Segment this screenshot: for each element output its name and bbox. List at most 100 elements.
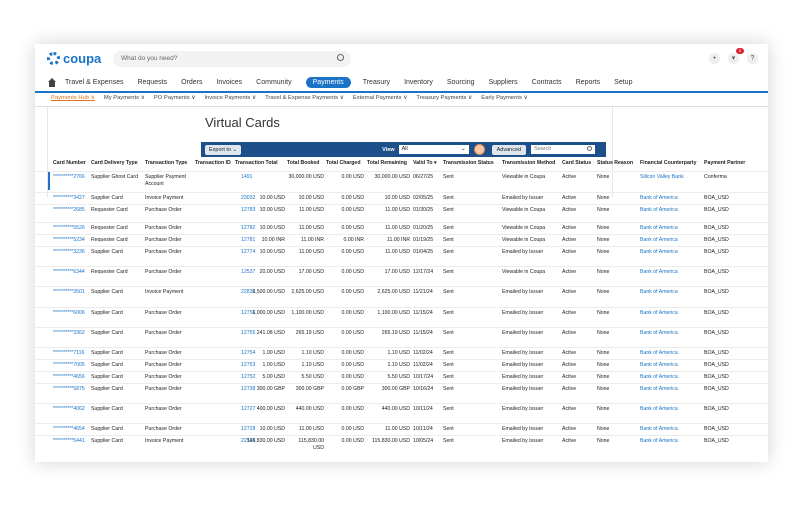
table-row[interactable]: **********7005 Supplier Card Purchase Orde… <box>35 359 768 371</box>
table-cell[interactable]: Bank of America <box>640 350 678 356</box>
table-cell[interactable]: Bank of America <box>640 269 678 275</box>
column-header[interactable]: Total Booked <box>287 160 319 166</box>
clear-filter-icon[interactable] <box>473 144 485 155</box>
table-row[interactable]: **********6344 Requester Card Purchase Ord… <box>35 266 768 286</box>
subnav-item[interactable]: Travel & Expense Payments ∨ <box>265 95 344 106</box>
table-row[interactable]: **********4062 Supplier Card Purchase Orde… <box>35 403 768 423</box>
column-header[interactable]: Transmission Method <box>502 160 555 166</box>
table-cell[interactable]: **********6344 <box>53 269 85 275</box>
table-cell[interactable]: Bank of America <box>640 310 678 316</box>
table-row[interactable]: **********3362 Supplier Card Purchase Orde… <box>35 327 768 347</box>
table-row[interactable]: **********3236 Supplier Card Purchase Orde… <box>35 246 768 266</box>
subnav-item[interactable]: PO Payments ∨ <box>154 95 196 106</box>
view-select[interactable]: All ⌄ <box>398 145 469 154</box>
table-cell[interactable]: Bank of America <box>640 362 678 368</box>
home-icon[interactable] <box>47 77 57 87</box>
table-row[interactable]: **********5441 Supplier Card Invoice Payme… <box>35 435 768 455</box>
subnav-item[interactable]: External Payments ∨ <box>353 95 408 106</box>
nav-item-requests[interactable]: Requests <box>138 79 168 86</box>
nav-item-community[interactable]: Community <box>256 79 291 86</box>
nav-item-inventory[interactable]: Inventory <box>404 79 433 86</box>
nav-item-travel-expenses[interactable]: Travel & Expenses <box>65 79 124 86</box>
column-header[interactable]: Total Charged <box>326 160 361 166</box>
column-header[interactable]: Valid To ▾ <box>413 160 437 166</box>
table-cell[interactable]: Bank of America <box>640 406 678 412</box>
subnav-item[interactable]: Early Payments ∨ <box>481 95 527 106</box>
table-cell[interactable]: Bank of America <box>640 249 678 255</box>
table-cell[interactable]: **********7116 <box>53 350 84 356</box>
column-header[interactable]: Total Remaining <box>367 160 407 166</box>
table-cell[interactable]: **********3501 <box>53 289 85 295</box>
table-cell[interactable]: Bank of America <box>640 330 678 336</box>
table-cell[interactable]: Bank of America <box>640 426 678 432</box>
table-cell[interactable]: Bank of America <box>640 195 678 201</box>
table-row[interactable]: **********5234 Requester Card Purchase Ord… <box>35 234 768 246</box>
table-cell[interactable]: 12728 <box>241 426 255 432</box>
subnav-item[interactable]: Treasury Payments ∨ <box>416 95 472 106</box>
table-row[interactable]: **********3427 Supplier Card Invoice Payme… <box>35 192 768 204</box>
nav-item-reports[interactable]: Reports <box>576 79 601 86</box>
nav-item-treasury[interactable]: Treasury <box>363 79 390 86</box>
table-cell[interactable]: **********5875 <box>53 386 85 392</box>
table-cell[interactable]: Bank of America <box>640 386 678 392</box>
table-row[interactable]: **********5875 Supplier Card Purchase Orde… <box>35 383 768 403</box>
table-row[interactable]: **********7116 Supplier Card Purchase Orde… <box>35 347 768 359</box>
table-cell[interactable]: **********5526 <box>53 225 85 231</box>
table-cell[interactable]: 12774 <box>241 249 255 255</box>
column-header[interactable]: Transaction ID <box>195 160 231 166</box>
table-cell[interactable]: **********7005 <box>53 362 85 368</box>
table-cell[interactable]: **********5234 <box>53 237 85 243</box>
table-cell[interactable]: Bank of America <box>640 225 678 231</box>
nav-item-setup[interactable]: Setup <box>614 79 632 86</box>
table-row[interactable]: **********5526 Requester Card Purchase Ord… <box>35 222 768 234</box>
table-cell[interactable]: 23032 <box>241 195 255 201</box>
subnav-item[interactable]: Payments Hub ∨ <box>51 95 95 106</box>
column-header[interactable]: Transaction Total <box>235 160 278 166</box>
table-row[interactable]: **********4654 Supplier Card Purchase Orde… <box>35 423 768 435</box>
column-header[interactable]: Status Reason <box>597 160 633 166</box>
table-row[interactable]: **********6006 Supplier Card Purchase Orde… <box>35 307 768 327</box>
table-cell[interactable]: 12782 <box>241 225 255 231</box>
bell-icon[interactable]: • <box>709 53 720 64</box>
nav-item-payments[interactable]: Payments <box>305 76 351 88</box>
table-cell[interactable]: **********4654 <box>53 426 85 432</box>
column-header[interactable]: Card Delivery Type <box>91 160 138 166</box>
subnav-item[interactable]: Invoice Payments ∨ <box>204 95 256 106</box>
table-cell[interactable]: 12537 <box>241 269 255 275</box>
table-row[interactable]: **********2766 Supplier Ghost Card Supplie… <box>35 171 768 192</box>
table-cell[interactable]: 12783 <box>241 207 255 213</box>
table-cell[interactable]: **********3362 <box>53 330 85 336</box>
column-header[interactable]: Financial Counterparty <box>640 160 697 166</box>
column-header[interactable]: Card Status <box>562 160 591 166</box>
table-cell[interactable]: Bank of America <box>640 289 678 295</box>
table-row[interactable]: **********2685 Requester Card Purchase Ord… <box>35 204 768 222</box>
table-cell[interactable]: 12738 <box>241 386 255 392</box>
nav-item-sourcing[interactable]: Sourcing <box>447 79 475 86</box>
export-button[interactable]: Export to ⌄ <box>205 144 242 155</box>
table-cell[interactable]: **********3427 <box>53 195 85 201</box>
subnav-item[interactable]: My Payments ∨ <box>104 95 145 106</box>
nav-item-contracts[interactable]: Contracts <box>532 79 562 86</box>
column-header[interactable]: Transmission Status <box>443 160 494 166</box>
table-cell[interactable]: **********4656 <box>53 374 85 380</box>
table-cell[interactable]: 12781 <box>241 237 255 243</box>
advanced-button[interactable]: Advanced <box>491 144 527 155</box>
table-search-input[interactable]: Search <box>531 145 596 154</box>
table-cell[interactable]: **********3236 <box>53 249 85 255</box>
nav-item-invoices[interactable]: Invoices <box>216 79 242 86</box>
table-cell[interactable]: Bank of America <box>640 438 678 444</box>
table-cell[interactable]: 12727 <box>241 406 255 412</box>
table-cell[interactable]: Bank of America <box>640 207 678 213</box>
table-cell[interactable]: **********5441 <box>53 438 85 444</box>
table-row[interactable]: **********4656 Supplier Card Purchase Orde… <box>35 371 768 383</box>
table-row[interactable]: **********3501 Supplier Card Invoice Payme… <box>35 286 768 307</box>
table-cell[interactable]: 12754 <box>241 350 255 356</box>
nav-item-orders[interactable]: Orders <box>181 79 202 86</box>
table-cell[interactable]: **********6006 <box>53 310 85 316</box>
column-header[interactable]: Payment Partner <box>704 160 745 166</box>
column-header[interactable]: Transaction Type <box>145 160 187 166</box>
nav-item-suppliers[interactable]: Suppliers <box>489 79 518 86</box>
table-cell[interactable]: **********4062 <box>53 406 85 412</box>
table-cell[interactable]: 1491 <box>241 174 253 180</box>
table-cell[interactable]: Bank of America <box>640 237 678 243</box>
